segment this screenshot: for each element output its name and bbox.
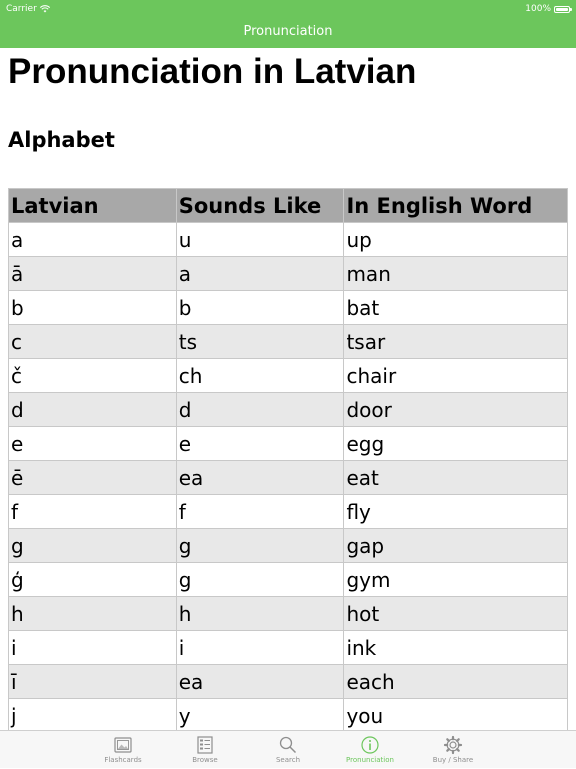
alphabet-table: Latvian Sounds Like In English Word a u up… <box>8 188 568 730</box>
tab-label-pronunciation: Pronunciation <box>346 756 394 764</box>
cell-sounds-like: u <box>175 222 345 257</box>
cell-latvian: e <box>8 426 177 461</box>
cell-english-word: you <box>343 698 568 730</box>
column-header-sounds-like: Sounds Like <box>175 188 345 223</box>
cell-english-word: up <box>343 222 568 257</box>
cell-latvian: ē <box>8 460 177 495</box>
cell-latvian: c <box>8 324 177 359</box>
cell-sounds-like: a <box>175 256 345 291</box>
table-row: g g gap <box>8 528 568 563</box>
gear-icon <box>443 735 463 755</box>
info-icon <box>361 736 379 754</box>
section-title: Alphabet <box>8 128 115 152</box>
battery-indicator: 100% <box>525 0 572 18</box>
table-row: c ts tsar <box>8 324 568 359</box>
tab-buy-share[interactable]: Buy / Share <box>411 731 495 769</box>
cell-english-word: fly <box>343 494 568 529</box>
carrier-indicator: Carrier <box>6 0 50 18</box>
tab-bar: Flashcards Browse Search Pronunciation B… <box>0 730 576 768</box>
cell-english-word: egg <box>343 426 568 461</box>
cell-english-word: gap <box>343 528 568 563</box>
cell-sounds-like: f <box>175 494 345 529</box>
nav-title: Pronunciation <box>243 24 333 39</box>
tab-label-flashcards: Flashcards <box>104 756 142 764</box>
table-row: a u up <box>8 222 568 257</box>
cell-english-word: man <box>343 256 568 291</box>
table-row: e e egg <box>8 426 568 461</box>
cell-sounds-like: e <box>175 426 345 461</box>
tab-label-search: Search <box>275 756 301 764</box>
cell-english-word: eat <box>343 460 568 495</box>
cell-english-word: hot <box>343 596 568 631</box>
cell-latvian: č <box>8 358 177 393</box>
scroll-content[interactable]: Pronunciation in Latvian Alphabet Latvia… <box>0 48 576 730</box>
cell-latvian: ī <box>8 664 177 699</box>
tab-search[interactable]: Search <box>246 731 330 769</box>
page-title: Pronunciation in Latvian <box>8 52 417 91</box>
battery-icon <box>554 5 572 13</box>
cell-sounds-like: h <box>175 596 345 631</box>
table-row: f f fly <box>8 494 568 529</box>
wifi-icon <box>39 5 50 13</box>
table-row: b b bat <box>8 290 568 325</box>
cell-latvian: i <box>8 630 177 665</box>
table-body: a u up ā a man b b bat c ts tsar č ch chair d d door e e egg… <box>8 222 568 730</box>
table-header-row: Latvian Sounds Like In English Word <box>8 188 568 223</box>
cell-english-word: ink <box>343 630 568 665</box>
cell-english-word: bat <box>343 290 568 325</box>
table-row: d d door <box>8 392 568 427</box>
tab-browse[interactable]: Browse <box>163 731 247 769</box>
table-row: ģ g gym <box>8 562 568 597</box>
tab-flashcards[interactable]: Flashcards <box>81 731 165 769</box>
cell-sounds-like: ch <box>175 358 345 393</box>
table-row: j y you <box>8 698 568 730</box>
cell-latvian: d <box>8 392 177 427</box>
table-row: ī ea each <box>8 664 568 699</box>
cell-latvian: g <box>8 528 177 563</box>
cell-latvian: a <box>8 222 177 257</box>
cell-english-word: each <box>343 664 568 699</box>
battery-percent: 100% <box>525 4 551 14</box>
cell-sounds-like: d <box>175 392 345 427</box>
cell-sounds-like: ea <box>175 460 345 495</box>
carrier-label: Carrier <box>6 4 37 14</box>
cell-latvian: ā <box>8 256 177 291</box>
tab-pronunciation[interactable]: Pronunciation <box>328 731 412 769</box>
table-row: ē ea eat <box>8 460 568 495</box>
browse-icon <box>197 736 213 754</box>
cell-english-word: chair <box>343 358 568 393</box>
cell-sounds-like: g <box>175 528 345 563</box>
cell-latvian: j <box>8 698 177 730</box>
cell-latvian: h <box>8 596 177 631</box>
cell-english-word: gym <box>343 562 568 597</box>
table-row: i i ink <box>8 630 568 665</box>
table-row: č ch chair <box>8 358 568 393</box>
navigation-header: Carrier 100% Pronunciation <box>0 0 576 48</box>
status-bar: Carrier 100% <box>0 0 576 18</box>
flashcards-icon <box>114 737 132 753</box>
cell-latvian: f <box>8 494 177 529</box>
cell-latvian: b <box>8 290 177 325</box>
column-header-latvian: Latvian <box>8 188 177 223</box>
table-row: h h hot <box>8 596 568 631</box>
search-icon <box>279 736 297 754</box>
tab-label-buy-share: Buy / Share <box>432 756 474 764</box>
cell-english-word: door <box>343 392 568 427</box>
column-header-english-word: In English Word <box>343 188 568 223</box>
cell-sounds-like: g <box>175 562 345 597</box>
cell-english-word: tsar <box>343 324 568 359</box>
cell-sounds-like: b <box>175 290 345 325</box>
tab-label-browse: Browse <box>192 756 218 764</box>
cell-sounds-like: y <box>175 698 345 730</box>
table-row: ā a man <box>8 256 568 291</box>
cell-sounds-like: ts <box>175 324 345 359</box>
cell-latvian: ģ <box>8 562 177 597</box>
cell-sounds-like: i <box>175 630 345 665</box>
cell-sounds-like: ea <box>175 664 345 699</box>
